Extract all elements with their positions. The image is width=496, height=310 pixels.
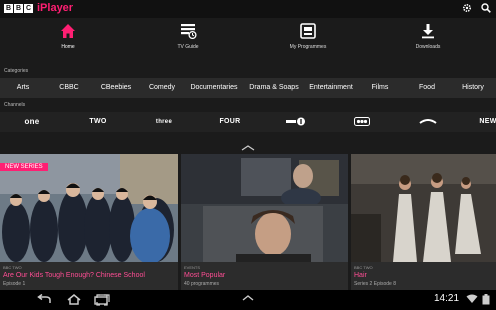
channels-row: one TWO three FOUR NEW	[0, 112, 496, 132]
category-films[interactable]: Films	[372, 78, 389, 98]
card-title: Hair	[354, 272, 367, 279]
logo-letter: B	[14, 4, 23, 13]
download-icon	[383, 23, 473, 39]
nav-tv-guide[interactable]: TV Guide	[143, 23, 233, 50]
category-cbbc[interactable]: CBBC	[59, 78, 78, 98]
my-programmes-icon	[263, 23, 353, 39]
category-documentaries[interactable]: Documentaries	[190, 78, 237, 98]
nav-home[interactable]: Home	[23, 23, 113, 50]
programme-thumbnail	[181, 154, 348, 262]
channel-cbeebies-logo[interactable]	[354, 112, 370, 132]
new-series-badge: NEW SERIES	[0, 163, 48, 171]
channel-bbc-one[interactable]: one	[24, 112, 39, 132]
nav-my-programmes[interactable]: My Programmes	[263, 23, 353, 50]
category-cbeebies[interactable]: CBeebies	[101, 78, 131, 98]
category-entertainment[interactable]: Entertainment	[309, 78, 353, 98]
tv-guide-icon	[143, 23, 233, 39]
programme-thumbnail	[351, 154, 496, 262]
channel-news[interactable]: NEW	[479, 112, 496, 132]
nav-downloads[interactable]: Downloads	[383, 23, 473, 50]
channels-heading: Channels	[4, 102, 26, 108]
channel-bbc-two[interactable]: TWO	[89, 112, 106, 132]
category-comedy[interactable]: Comedy	[149, 78, 175, 98]
card-channel: BBC TWO	[354, 265, 373, 270]
logo-letter: C	[24, 4, 33, 13]
card-subtitle: 40 programmes	[184, 281, 220, 287]
categories-heading: Categories	[4, 68, 29, 74]
category-history[interactable]: History	[462, 78, 484, 98]
channel-bbc-news-logo[interactable]	[419, 112, 437, 132]
channel-bbc-four[interactable]: FOUR	[219, 112, 240, 132]
channel-bbc-three[interactable]: three	[156, 112, 172, 132]
category-drama-soaps[interactable]: Drama & Soaps	[249, 78, 298, 98]
main-nav: Home TV Guide My Programmes Downloads	[0, 18, 496, 58]
categories-row: Arts CBBC CBeebies Comedy Documentaries …	[0, 78, 496, 98]
nav-home-label: Home	[61, 44, 75, 50]
nav-downloads-label: Downloads	[415, 44, 441, 50]
programme-card[interactable]: EVENTS Most Popular 40 programmes	[181, 154, 348, 290]
card-title: Are Our Kids Tough Enough? Chinese Schoo…	[3, 272, 145, 279]
card-subtitle: Series 2 Episode 8	[354, 281, 396, 287]
programme-card[interactable]: NEW SERIES BBC TWO Are Our Kids Tough En…	[0, 154, 178, 290]
channel-cbbc-logo[interactable]	[286, 112, 306, 132]
category-arts[interactable]: Arts	[17, 78, 29, 98]
card-channel: EVENTS	[184, 265, 201, 270]
search-icon[interactable]	[481, 3, 491, 13]
category-food[interactable]: Food	[419, 78, 435, 98]
card-channel: BBC TWO	[3, 265, 22, 270]
system-clock: 14:21	[434, 293, 460, 304]
home-icon	[23, 23, 113, 39]
nav-tv-guide-label: TV Guide	[177, 44, 199, 50]
card-title: Most Popular	[184, 272, 226, 279]
top-bar: B B C iPlayer	[0, 0, 496, 18]
programme-card[interactable]: BBC TWO Hair Series 2 Episode 8	[351, 154, 496, 290]
bbc-iplayer-logo[interactable]: B B C iPlayer	[4, 3, 73, 14]
iplayer-wordmark: iPlayer	[37, 2, 74, 14]
system-navigation-bar: 14:21	[0, 290, 496, 310]
nav-my-programmes-label: My Programmes	[289, 44, 327, 50]
gear-icon[interactable]	[462, 3, 472, 13]
card-subtitle: Episode 1	[3, 281, 26, 287]
logo-letter: B	[4, 4, 13, 13]
